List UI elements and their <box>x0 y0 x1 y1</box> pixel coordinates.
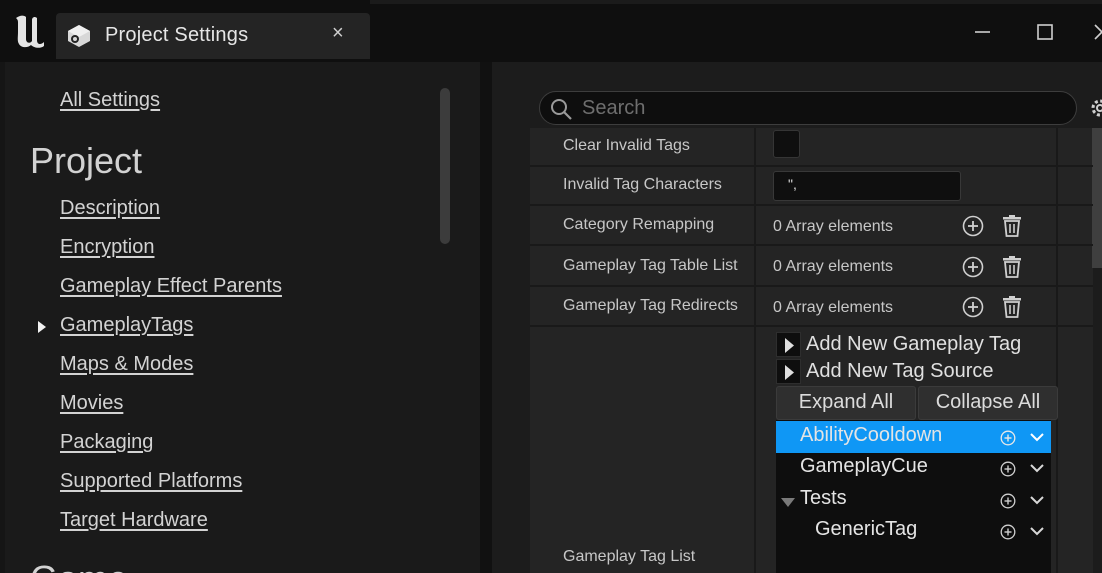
gear-icon[interactable] <box>1088 96 1102 120</box>
column-splitter-reset <box>1056 128 1058 573</box>
category-remapping-value: 0 Array elements <box>773 218 894 235</box>
sidebar-item-gameplaytags[interactable]: GameplayTags <box>60 314 193 337</box>
add-subtag-icon[interactable] <box>1000 493 1016 509</box>
property-label: Category Remapping <box>563 216 715 233</box>
trash-icon[interactable] <box>1002 215 1022 237</box>
column-splitter[interactable] <box>754 128 756 573</box>
chevron-down-icon[interactable] <box>1029 463 1045 473</box>
chevron-down-icon[interactable] <box>1029 432 1045 442</box>
add-element-icon[interactable] <box>962 296 984 318</box>
expand-all-button[interactable]: Expand All <box>776 386 916 420</box>
panel-splitter[interactable] <box>480 62 492 573</box>
search-box[interactable] <box>539 91 1077 125</box>
sidebar-item-supported-platforms[interactable]: Supported Platforms <box>60 470 242 493</box>
collapse-arrow-icon[interactable] <box>781 498 795 507</box>
unreal-logo-icon[interactable] <box>12 12 48 50</box>
maximize-icon[interactable] <box>1030 18 1060 46</box>
sidebar-item-packaging[interactable]: Packaging <box>60 431 153 454</box>
sidebar-item-movies[interactable]: Movies <box>60 392 123 415</box>
tag-table-list-value: 0 Array elements <box>773 258 894 275</box>
tag-name: Tests <box>800 487 847 509</box>
chevron-down-icon[interactable] <box>1029 526 1045 536</box>
tag-row-tests[interactable]: Tests <box>776 484 1051 516</box>
sidebar-scrollbar[interactable] <box>440 88 450 244</box>
clear-invalid-tags-checkbox[interactable] <box>773 130 800 158</box>
gameplay-tag-list-label: Gameplay Tag List <box>563 548 696 565</box>
sidebar-item-maps-modes[interactable]: Maps & Modes <box>60 353 193 376</box>
section-title-game: Game <box>30 558 128 573</box>
property-label: Clear Invalid Tags <box>563 137 690 154</box>
tag-row-gameplaycue[interactable]: GameplayCue <box>776 452 1051 484</box>
expand-arrow-icon[interactable] <box>776 332 801 357</box>
property-label: Invalid Tag Characters <box>563 176 722 193</box>
tag-name: GameplayCue <box>800 455 928 477</box>
tag-name: GenericTag <box>815 518 918 540</box>
project-settings-tab[interactable]: Project Settings × <box>56 13 370 59</box>
title-bar-strip <box>370 0 1102 4</box>
tab-title: Project Settings <box>105 24 249 46</box>
sidebar-item-target-hardware[interactable]: Target Hardware <box>60 509 208 532</box>
add-element-icon[interactable] <box>962 256 984 278</box>
selected-arrow-icon <box>38 321 46 333</box>
add-subtag-icon[interactable] <box>1000 524 1016 540</box>
trash-icon[interactable] <box>1002 256 1022 278</box>
property-label: Gameplay Tag Redirects <box>563 297 738 314</box>
trash-icon[interactable] <box>1002 296 1022 318</box>
search-icon <box>551 99 572 120</box>
add-new-tag-source-label: Add New Tag Source <box>806 360 994 382</box>
sidebar-item-gameplay-effect-parents[interactable]: Gameplay Effect Parents <box>60 275 282 298</box>
search-input[interactable] <box>582 95 1062 121</box>
invalid-tag-characters-field[interactable]: ", <box>773 171 961 201</box>
add-element-icon[interactable] <box>962 215 984 237</box>
details-scrollbar[interactable] <box>1092 128 1102 268</box>
section-title-project: Project <box>30 140 143 181</box>
close-window-icon[interactable] <box>1090 18 1102 46</box>
sidebar-item-description[interactable]: Description <box>60 197 160 220</box>
tag-row-abilitycooldown[interactable]: AbilityCooldown <box>776 421 1051 453</box>
row-clear-invalid-tags: Clear Invalid Tags <box>530 128 1093 167</box>
collapse-all-button[interactable]: Collapse All <box>918 386 1058 420</box>
all-settings-link[interactable]: All Settings <box>60 89 160 112</box>
chevron-down-icon[interactable] <box>1029 495 1045 505</box>
close-tab-icon[interactable]: × <box>332 22 344 45</box>
add-subtag-icon[interactable] <box>1000 461 1016 477</box>
property-label: Gameplay Tag Table List <box>563 257 738 274</box>
minimize-icon[interactable] <box>968 18 998 46</box>
sidebar-item-encryption[interactable]: Encryption <box>60 236 155 259</box>
tag-name: AbilityCooldown <box>800 424 943 446</box>
tag-redirects-value: 0 Array elements <box>773 299 894 316</box>
expand-arrow-icon[interactable] <box>776 359 801 384</box>
settings-cube-icon <box>68 25 90 47</box>
add-subtag-icon[interactable] <box>1000 430 1016 446</box>
add-new-gameplay-tag-label: Add New Gameplay Tag <box>806 333 1022 355</box>
tag-row-generictag[interactable]: GenericTag <box>776 515 1051 547</box>
